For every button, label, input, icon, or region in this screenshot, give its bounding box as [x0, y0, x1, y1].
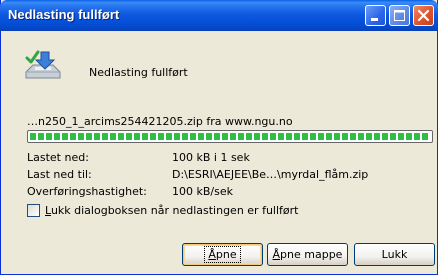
close-on-complete-label[interactable]: Lukk dialogboksen når nedlastingen er fu…	[45, 204, 298, 217]
close-dialog-button[interactable]: Lukk	[354, 243, 435, 266]
close-icon	[417, 9, 430, 22]
progress-bar	[27, 130, 433, 143]
close-on-complete-label-text: ukk dialogboksen når nedlastingen er ful…	[50, 204, 299, 217]
transfer-rate-label: Overføringshastighet:	[27, 185, 147, 198]
maximize-button[interactable]	[389, 5, 410, 26]
downloaded-label: Lastet ned:	[27, 151, 89, 164]
open-folder-button[interactable]: Åpne mappe	[267, 243, 348, 266]
download-complete-dialog: Nedlasting fullført Nedlasting fullført …	[0, 0, 438, 275]
accelerator-key: Å	[208, 248, 216, 261]
download-complete-icon	[25, 50, 61, 79]
close-dialog-button-label: Lukk	[381, 248, 408, 261]
download-source: …n250_1_arcims254421205.zip fra www.ngu.…	[27, 115, 293, 128]
accelerator-key: Å	[272, 248, 281, 261]
open-button-label: Åpne	[204, 246, 241, 263]
open-folder-button-text: pne mappe	[280, 248, 343, 261]
downloaded-value: 100 kB i 1 sek	[172, 151, 250, 164]
maximize-icon	[394, 10, 405, 21]
transfer-rate-value: 100 kB/sek	[172, 185, 233, 198]
title-bar[interactable]: Nedlasting fullført	[0, 0, 438, 31]
window-title: Nedlasting fullført	[8, 7, 120, 22]
progress-fill	[30, 133, 430, 140]
heading-text: Nedlasting fullført	[89, 66, 188, 79]
dialog-content: Nedlasting fullført …n250_1_arcims254421…	[1, 31, 437, 274]
destination-label: Last ned til:	[27, 168, 92, 181]
open-button-text: pne	[215, 248, 237, 261]
destination-value: D:\ESRI\AEJEE\Be…\myrdal_flåm.zip	[172, 168, 369, 181]
minimize-icon	[371, 18, 378, 21]
close-on-complete-checkbox[interactable]	[27, 204, 40, 217]
open-folder-button-label: Åpne mappe	[273, 244, 343, 265]
close-button[interactable]	[413, 5, 434, 26]
minimize-button[interactable]	[365, 5, 386, 26]
open-button[interactable]: Åpne	[182, 243, 263, 266]
